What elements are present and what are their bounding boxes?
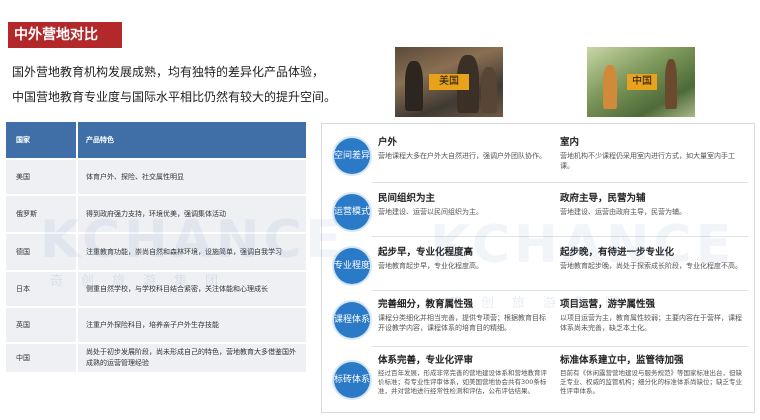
- comparison-section-professional: 专业程度 起步早，专业化程度高 营地教育起步早，专业化程度高。 起步晚，有待进一…: [322, 240, 756, 292]
- photo-usa: 美国: [395, 47, 503, 117]
- foreign-column: 民间组织为主 营地建设、运营以民间组织为主。: [378, 190, 550, 217]
- badge-curriculum: 课程体系: [334, 302, 370, 338]
- page-title: 中外营地对比: [8, 22, 122, 48]
- foreign-text: 营地建设、运营以民间组织为主。: [378, 208, 483, 216]
- table-row: 美国 体育户外、探险、社交属性明显: [6, 160, 306, 194]
- table-row: 德国 注重教育功能，崇尚自然和森林环境，设施简单，强调自我学习: [6, 234, 306, 270]
- foreign-column: 户外 营地课程大多在户外大自然进行，强调户外团队协作。: [378, 134, 550, 161]
- comparison-section-space: 空间差异 户外 营地课程大多在户外大自然进行，强调户外团队协作。 室内 营地机构…: [322, 130, 756, 182]
- foreign-title: 民间组织为主: [378, 193, 436, 204]
- badge-operation: 运营模式: [334, 194, 370, 230]
- badge-standards: 标砖体系: [334, 362, 370, 398]
- table-cell-country: 俄罗斯: [16, 210, 37, 218]
- foreign-text: 营地课程大多在户外大自然进行，强调户外团队协作。: [378, 152, 546, 160]
- china-column: 起步晚，有待进一步专业化 营地教育起步晚，尚处于探索成长阶段，专业化程度不高。: [560, 244, 746, 271]
- foreign-text: 营地教育起步早，专业化程度高。: [378, 262, 483, 270]
- badge-space: 空间差异: [334, 138, 370, 174]
- table-row: 俄罗斯 得到政府强力支持，环境优美，强调集体活动: [6, 196, 306, 232]
- china-text: 以项目运营为主，教育属性较弱；主要内容在于营样，课程体系尚未完善，缺乏本土化。: [560, 314, 742, 332]
- foreign-title: 起步早，专业化程度高: [378, 247, 474, 258]
- foreign-title: 户外: [378, 137, 398, 148]
- table-header-country: 国家: [16, 136, 30, 144]
- table-row: 英国 注重户外探险科目，培养亲子户外生存技能: [6, 308, 306, 342]
- china-column: 标准体系建立中，监管待加强 目前有《休闲露营营地建设与服务规范》等国家标准出台，…: [560, 352, 746, 396]
- foreign-column: 起步早，专业化程度高 营地教育起步早，专业化程度高。: [378, 244, 550, 271]
- table-cell-feature: 注重教育功能，崇尚自然和森林环境，设施简单，强调自我学习: [76, 234, 306, 270]
- china-text: 营地机构不少课程仍采用室内进行方式，如大量室内手工课。: [560, 152, 735, 170]
- table-cell-feature: 注重户外探险科目，培养亲子户外生存技能: [76, 308, 306, 342]
- china-title: 政府主导，民营为辅: [560, 193, 646, 204]
- comparison-panel: 空间差异 户外 营地课程大多在户外大自然进行，强调户外团队协作。 室内 营地机构…: [321, 123, 755, 413]
- watermark-text: 奇创旅游集团: [450, 296, 637, 311]
- china-text: 营地教育起步晚，尚处于探索成长阶段，专业化程度不高。: [560, 262, 742, 270]
- foreign-text: 课程分类细化并相当完善，提供专项营；根据教育目标开设教学内容，课程体系的培育目的…: [378, 314, 546, 332]
- china-title: 室内: [560, 137, 580, 148]
- table-cell-feature: 尚处于初步发展阶段，尚未形成自己的特色，营地教育大多借鉴国外成熟的运营管理经验: [76, 344, 306, 372]
- table-row: 中国 尚处于初步发展阶段，尚未形成自己的特色，营地教育大多借鉴国外成熟的运营管理…: [6, 344, 306, 372]
- china-title: 标准体系建立中，监管待加强: [560, 355, 684, 366]
- country-feature-table: 国家 产品特色 美国 体育户外、探险、社交属性明显 俄罗斯 得到政府强力支持，环…: [6, 122, 306, 372]
- photo-label-china: 中国: [627, 74, 657, 90]
- foreign-text: 经过百年发展，形成非常完善的营地建设体系和营地教育评价标准；有专业性评审体系，如…: [378, 369, 547, 395]
- divider: [372, 346, 748, 347]
- foreign-column: 体系完善，专业化评审 经过百年发展，形成非常完善的营地建设体系和营地教育评价标准…: [378, 352, 550, 396]
- divider: [372, 182, 748, 183]
- divider: [372, 290, 748, 291]
- photo-label-usa: 美国: [429, 74, 469, 90]
- intro-text: 国外营地教育机构发展成熟，均有独特的差异化产品体验， 中国营地教育专业度与国际水…: [12, 60, 382, 110]
- china-column: 政府主导，民营为辅 营地建设、运营由政府主导，民营为辅。: [560, 190, 746, 217]
- table-header-feature: 产品特色: [76, 122, 306, 158]
- foreign-title: 体系完善，专业化评审: [378, 355, 474, 366]
- table-cell-country: 德国: [16, 248, 30, 256]
- comparison-section-operation: 运营模式 民间组织为主 营地建设、运营以民间组织为主。 政府主导，民营为辅 营地…: [322, 186, 756, 238]
- table-cell-country: 美国: [16, 173, 30, 181]
- table-cell-country: 中国: [16, 354, 30, 362]
- divider: [372, 236, 748, 237]
- photo-china: 中国: [587, 47, 695, 117]
- badge-professional: 专业程度: [334, 248, 370, 284]
- comparison-section-standards: 标砖体系 体系完善，专业化评审 经过百年发展，形成非常完善的营地建设体系和营地教…: [322, 348, 756, 412]
- table-cell-feature: 得到政府强力支持，环境优美，强调集体活动: [76, 196, 306, 232]
- china-column: 室内 营地机构不少课程仍采用室内进行方式，如大量室内手工课。: [560, 134, 746, 171]
- table-cell-feature: 体育户外、探险、社交属性明显: [76, 160, 306, 194]
- china-text: 营地建设、运营由政府主导，民营为辅。: [560, 208, 686, 216]
- table-cell-country: 英国: [16, 321, 30, 329]
- china-text: 目前有《休闲露营营地建设与服务规范》等国家标准出台，但缺乏专业、权威的监管机构；…: [560, 369, 742, 395]
- intro-line-1: 国外营地教育机构发展成熟，均有独特的差异化产品体验，: [12, 65, 325, 79]
- china-title: 起步晚，有待进一步专业化: [560, 247, 675, 258]
- table-header-row: 国家 产品特色: [6, 122, 306, 158]
- intro-line-2: 中国营地教育专业度与国际水平相比仍然有较大的提升空间。: [12, 90, 337, 104]
- watermark-text: 奇创旅游集团: [50, 274, 237, 289]
